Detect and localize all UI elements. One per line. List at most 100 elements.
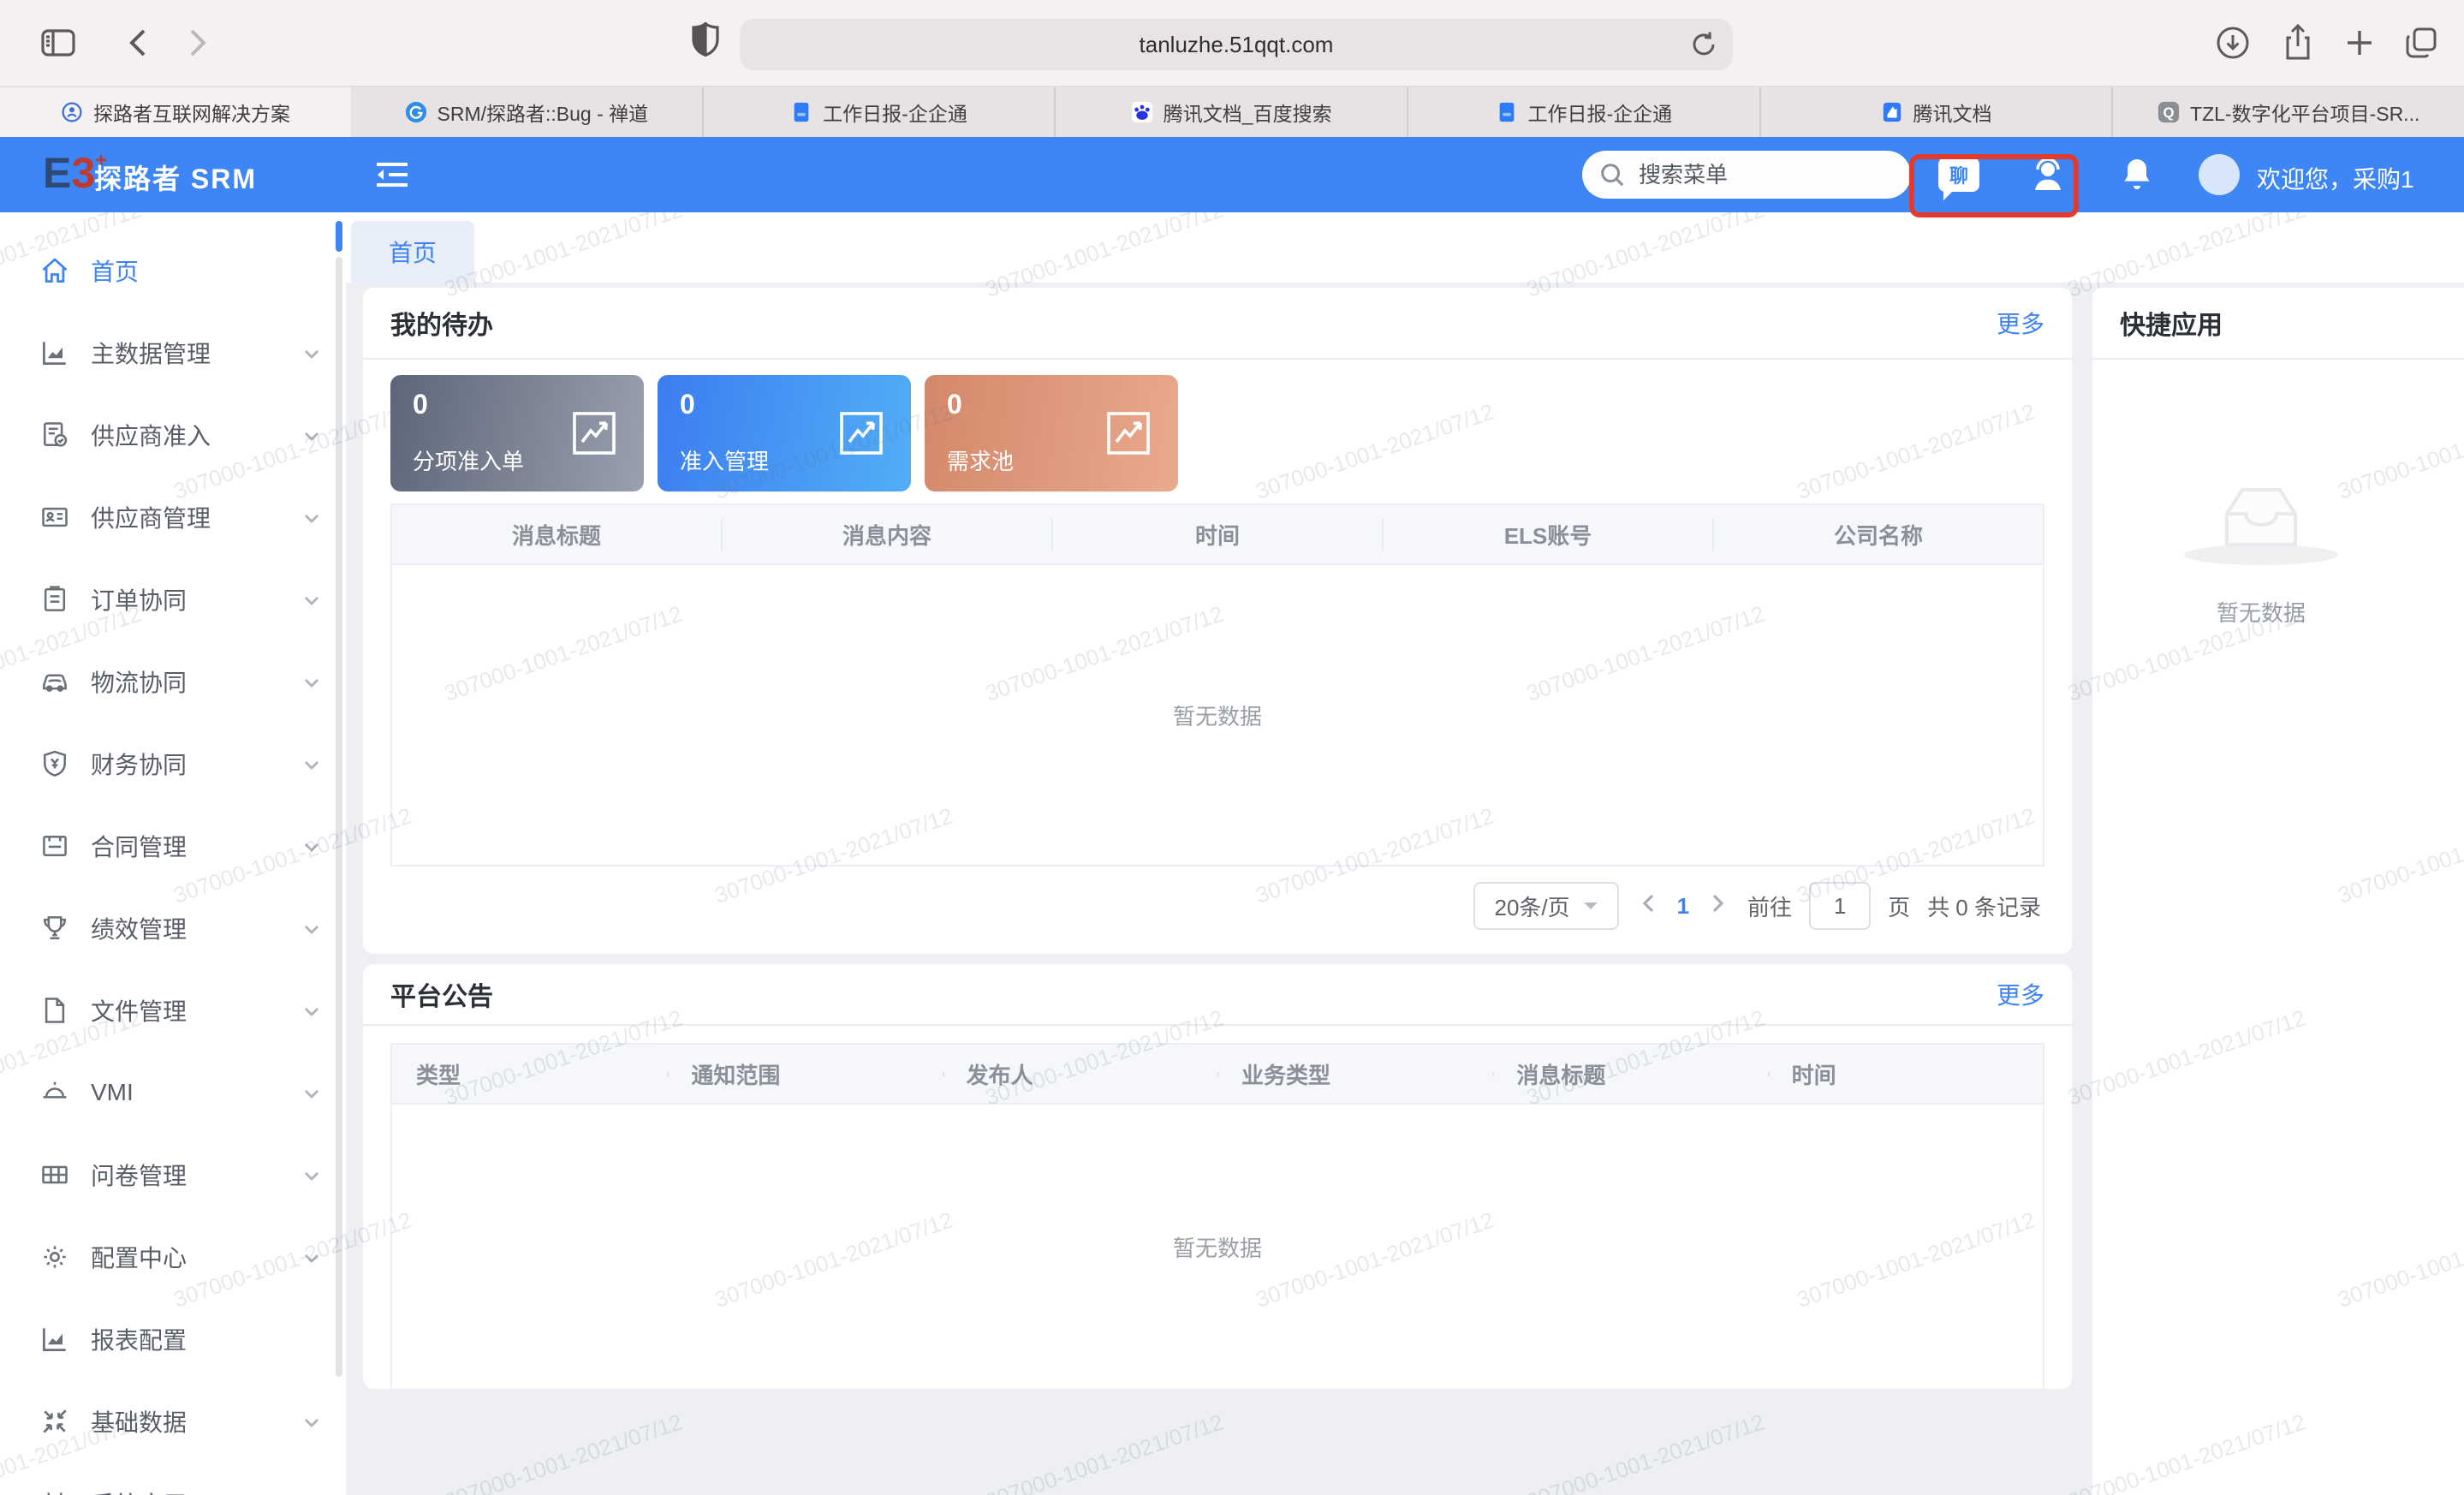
- browser-tab-3[interactable]: 工作日报-企企通: [702, 87, 1055, 137]
- search-input[interactable]: [1639, 162, 1861, 188]
- compress-arrows-icon: [39, 1406, 70, 1437]
- quick-apps-header: 快捷应用 设置: [2092, 288, 2464, 360]
- sidebar-item-master-data[interactable]: 主数据管理: [0, 312, 346, 394]
- browser-tab-1[interactable]: 探路者互联网解决方案: [0, 87, 351, 137]
- privacy-shield-icon[interactable]: [692, 22, 719, 63]
- address-bar[interactable]: tanluzhe.51qqt.com: [740, 19, 1733, 70]
- downloads-icon[interactable]: [2212, 22, 2253, 63]
- stat-card-demand-pool[interactable]: 0 需求池: [925, 375, 1178, 491]
- browser-tab-4[interactable]: 腾讯文档_百度搜索: [1054, 87, 1407, 137]
- tab-overview-icon[interactable]: [2401, 22, 2442, 63]
- forward-icon[interactable]: [178, 22, 219, 63]
- sidebar-item-supplier-access[interactable]: 供应商准入: [0, 394, 346, 476]
- empty-box-icon: [2213, 476, 2309, 551]
- sidebar-item-order-collab[interactable]: 订单协同: [0, 558, 346, 640]
- doc-favicon: [1496, 101, 1518, 123]
- back-icon[interactable]: [116, 22, 158, 63]
- todo-title: 我的待办: [390, 304, 493, 342]
- browser-tab-5[interactable]: 工作日报-企企通: [1407, 87, 1759, 137]
- browser-tab-6[interactable]: 腾讯文档: [1759, 87, 2112, 137]
- goto-label: 前往: [1747, 890, 1792, 922]
- chat-bubble-icon: 聊: [1938, 158, 1979, 192]
- contract-icon: [39, 831, 70, 861]
- empty-data-text: 暂无数据: [2092, 596, 2430, 628]
- page-scrollbar-track[interactable]: [336, 257, 342, 1377]
- share-icon[interactable]: [2277, 22, 2318, 63]
- doc-favicon: [790, 101, 812, 123]
- menu-fold-icon[interactable]: [373, 158, 411, 199]
- sidebar-item-files[interactable]: 文件管理: [0, 969, 346, 1051]
- empty-data-text: 暂无数据: [1173, 1231, 1262, 1263]
- stat-value: 0: [413, 389, 428, 420]
- user-avatar[interactable]: [2199, 154, 2240, 195]
- sidebar-item-label: 合同管理: [91, 829, 301, 863]
- notifications-bell-icon[interactable]: [2116, 137, 2157, 212]
- sidebar-item-questionnaire[interactable]: 问卷管理: [0, 1134, 346, 1216]
- stat-value: 0: [947, 389, 962, 420]
- sidebar-item-label: 供应商管理: [91, 500, 301, 534]
- stat-label: 准入管理: [680, 444, 769, 476]
- refresh-icon[interactable]: [1690, 29, 1717, 67]
- trend-chart-icon: [1106, 411, 1151, 456]
- chevron-down-icon: [301, 836, 322, 856]
- sidebar-item-finance[interactable]: 财务协同: [0, 723, 346, 805]
- browser-tabstrip: 探路者互联网解决方案 SRM/探路者::Bug - 禅道 工作日报-企企通 腾讯…: [0, 87, 2464, 137]
- sidebar-item-label: 绩效管理: [91, 911, 301, 945]
- truck-icon: [39, 666, 70, 697]
- browser-tab-2[interactable]: SRM/探路者::Bug - 禅道: [351, 87, 702, 137]
- sidebar-item-home[interactable]: 首页: [0, 229, 346, 312]
- sidebar-scrollbar-thumb[interactable]: [336, 221, 342, 252]
- sidebar-nav: 首页 主数据管理 供应商准入 供应商管理 订单协同: [0, 212, 346, 1495]
- file-icon: [39, 995, 70, 1026]
- shield-yen-icon: [39, 748, 70, 779]
- sidebar-item-label: 报表配置: [91, 1322, 322, 1356]
- menu-search-box[interactable]: [1582, 151, 1911, 199]
- next-page-icon[interactable]: [1706, 892, 1730, 920]
- tab-label: 工作日报-企企通: [1528, 98, 1673, 127]
- page-tab-home[interactable]: 首页: [351, 221, 474, 283]
- app-title: 探路者 SRM: [94, 158, 257, 197]
- sidebar-item-contract[interactable]: 合同管理: [0, 805, 346, 887]
- sidebar-item-label: VMI: [91, 1079, 301, 1106]
- page-size-select[interactable]: 20条/页: [1473, 882, 1619, 930]
- column-header: 公司名称: [1714, 519, 2043, 551]
- goto-page-input[interactable]: [1809, 882, 1871, 930]
- trophy-icon: [39, 913, 70, 944]
- customer-service-icon[interactable]: [2024, 137, 2072, 212]
- baidu-favicon: [1131, 101, 1153, 123]
- sidebar-item-report-config[interactable]: 报表配置: [0, 1298, 346, 1380]
- announcement-more-link[interactable]: 更多: [1997, 977, 2044, 1011]
- sidebar-item-config-center[interactable]: 配置中心: [0, 1216, 346, 1298]
- todo-table: 消息标题 消息内容 时间 ELS账号 公司名称 暂无数据: [390, 503, 2044, 867]
- zentao-favicon: [405, 101, 427, 123]
- browser-tab-7[interactable]: Q TZL-数字化平台项目-SR...: [2111, 87, 2464, 137]
- sidebar-item-performance[interactable]: 绩效管理: [0, 887, 346, 969]
- chat-icon[interactable]: 聊: [1935, 137, 1983, 212]
- column-header: 时间: [1053, 519, 1384, 551]
- prev-page-icon[interactable]: [1636, 892, 1660, 920]
- chart-icon: [39, 337, 70, 368]
- sidebar-item-system-apps[interactable]: 系统应用: [0, 1462, 346, 1495]
- page-tab-bar: 首页: [346, 212, 2464, 283]
- tab-label: 腾讯文档: [1913, 98, 1992, 127]
- chevron-down-icon: [301, 425, 322, 445]
- todo-card: 我的待办 更多 0 分项准入单 0 准入管理: [363, 288, 2072, 954]
- quick-apps-title: 快捷应用: [2120, 304, 2223, 342]
- todo-more-link[interactable]: 更多: [1997, 306, 2044, 340]
- column-header: 通知范围: [667, 1058, 942, 1090]
- sidebar-toggle-icon[interactable]: [38, 22, 79, 63]
- chevron-down-icon: [301, 753, 322, 774]
- sidebar-item-base-data[interactable]: 基础数据: [0, 1380, 346, 1462]
- sidebar-item-label: 基础数据: [91, 1404, 301, 1438]
- sidebar-item-vmi[interactable]: VMI: [0, 1051, 346, 1134]
- announcement-table-body: 暂无数据: [392, 1103, 2043, 1389]
- stat-card-sub-access[interactable]: 0 分项准入单: [390, 375, 644, 491]
- current-page[interactable]: 1: [1677, 893, 1689, 920]
- home-icon: [39, 255, 70, 286]
- announcement-card: 平台公告 更多 类型 通知范围 发布人 业务类型 消息标题 时间: [363, 964, 2072, 1389]
- sidebar-item-supplier-mgmt[interactable]: 供应商管理: [0, 476, 346, 558]
- stat-card-access-mgmt[interactable]: 0 准入管理: [658, 375, 911, 491]
- sidebar-item-logistics[interactable]: 物流协同: [0, 640, 346, 723]
- tencent-docs-favicon: [1881, 101, 1903, 123]
- new-tab-icon[interactable]: [2339, 22, 2380, 63]
